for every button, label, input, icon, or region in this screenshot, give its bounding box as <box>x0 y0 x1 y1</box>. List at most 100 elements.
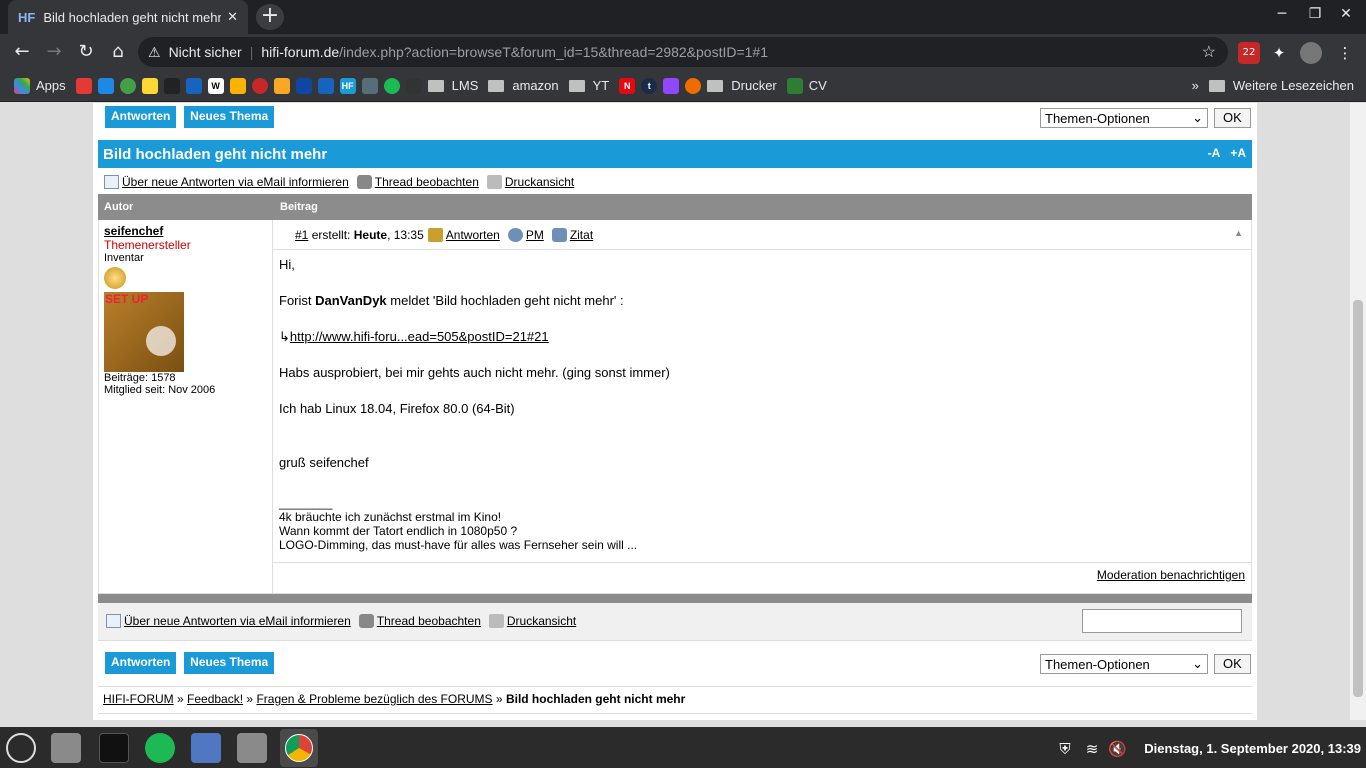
bookmark-icon-helmet[interactable] <box>685 77 702 94</box>
photos-icon[interactable] <box>75 77 92 94</box>
print-view-link[interactable]: Druckansicht <box>507 614 576 628</box>
font-increase-button[interactable]: +A <box>1230 146 1246 160</box>
netflix-icon[interactable]: N <box>619 77 636 94</box>
calendar-icon[interactable] <box>97 77 114 94</box>
window-close-icon[interactable]: ✕ <box>1336 6 1356 22</box>
security-label[interactable]: Nicht sicher <box>169 44 242 60</box>
other-bookmarks-label: Weitere Lesezeichen <box>1232 78 1354 93</box>
chrome-taskbar-button[interactable] <box>280 729 318 767</box>
paypal-icon[interactable] <box>317 77 334 94</box>
bookmark-label: Apps <box>36 78 66 93</box>
print-view-link[interactable]: Druckansicht <box>505 175 574 189</box>
tumblr-icon[interactable]: t <box>641 77 658 94</box>
breadcrumb-home[interactable]: HIFI-FORUM <box>103 692 174 706</box>
folder-icon <box>488 79 505 92</box>
email-notify-link[interactable]: Über neue Antworten via eMail informiere… <box>124 614 351 628</box>
new-thread-button[interactable]: Neues Thema <box>184 652 275 674</box>
bookmark-label: amazon <box>512 78 559 93</box>
twitch-icon[interactable] <box>663 77 680 94</box>
post-created-day: Heute <box>353 227 388 242</box>
shield-icon[interactable]: ⛨ <box>1056 740 1074 758</box>
mail-icon[interactable] <box>191 733 221 763</box>
post-reply-link[interactable]: Antworten <box>446 228 500 242</box>
thread-options-select[interactable]: Themen-Optionen ⌄ <box>1040 108 1208 128</box>
mint-menu-icon[interactable] <box>6 733 36 763</box>
terminal-icon[interactable] <box>99 733 129 763</box>
taskbar-clock[interactable]: Dienstag, 1. September 2020, 13:39 <box>1144 741 1361 756</box>
wifi-icon[interactable]: ≋ <box>1083 740 1101 758</box>
file-manager-icon[interactable] <box>51 733 81 763</box>
bookmark-icon-gray[interactable] <box>361 77 378 94</box>
email-notify-link[interactable]: Über neue Antworten via eMail informiere… <box>122 175 349 189</box>
bookmarks-overflow[interactable]: » <box>1192 78 1199 93</box>
home-icon[interactable]: ⌂ <box>106 41 130 62</box>
warning-icon[interactable]: ⚠ <box>148 44 161 61</box>
bookmark-folder-yt[interactable]: YT <box>568 78 609 93</box>
watch-thread-link[interactable]: Thread beobachten <box>377 614 481 628</box>
bookmark-icon-bank[interactable] <box>295 77 312 94</box>
post-external-link[interactable]: http://www.hifi-foru...ead=505&postID=21… <box>290 329 549 344</box>
spotify-icon[interactable] <box>383 77 400 94</box>
tab-close-icon[interactable]: ✕ <box>227 10 238 25</box>
bookmarks-bar: Apps W HF LMS amazon YT N t Drucker CV »… <box>0 70 1366 102</box>
maximize-icon[interactable]: ❐ <box>1305 6 1325 22</box>
post-number-link[interactable]: #1 <box>295 228 308 242</box>
ok-button[interactable]: OK <box>1214 654 1251 674</box>
extensions-puzzle-icon[interactable]: ✦ <box>1268 42 1290 64</box>
binoculars-icon <box>356 175 372 189</box>
ok-button[interactable]: OK <box>1214 108 1251 128</box>
bookmark-folder-drucker[interactable]: Drucker <box>707 78 777 93</box>
volume-muted-icon[interactable]: 🔇 <box>1108 740 1127 758</box>
bookmark-folder-lms[interactable]: LMS <box>427 78 478 93</box>
watch-thread-link[interactable]: Thread beobachten <box>375 175 479 189</box>
new-tab-button[interactable]: + <box>256 4 284 30</box>
bookmark-icon-orange[interactable] <box>229 77 246 94</box>
bookmark-icon-red[interactable] <box>251 77 268 94</box>
bookmark-folder-amazon[interactable]: amazon <box>488 78 559 93</box>
printer-icon <box>486 175 502 189</box>
breadcrumb-forum[interactable]: Fragen & Probleme bezüglich des FORUMS <box>256 692 492 706</box>
menu-kebab-icon[interactable]: ⋮ <box>1334 42 1356 64</box>
thread-actions-bottom: Über neue Antworten via eMail informiere… <box>98 603 1252 641</box>
breadcrumb-separator: » <box>495 692 503 706</box>
thread-options-select[interactable]: Themen-Optionen ⌄ <box>1040 654 1208 674</box>
search-input[interactable] <box>1082 609 1242 633</box>
bookmark-cv[interactable]: CV <box>786 77 827 94</box>
forward-icon[interactable]: → <box>42 41 66 62</box>
new-thread-button[interactable]: Neues Thema <box>184 106 275 128</box>
browser-tab[interactable]: HF Bild hochladen geht nicht mehr ✕ <box>8 0 248 34</box>
scrollbar-thumb[interactable] <box>1353 300 1363 697</box>
post-pm-link[interactable]: PM <box>526 228 544 242</box>
folder-taskbar-icon[interactable] <box>237 733 267 763</box>
bookmark-icon-gold[interactable] <box>273 77 290 94</box>
breadcrumb-separator: » <box>246 692 254 706</box>
reload-icon[interactable]: ↻ <box>74 41 98 62</box>
extension-badge-icon[interactable]: 22 <box>1238 42 1260 64</box>
reply-button[interactable]: Antworten <box>105 652 177 674</box>
bookmark-icon-pirate[interactable] <box>405 77 422 94</box>
post-quote-link[interactable]: Zitat <box>570 228 593 242</box>
bookmark-star-icon[interactable]: ☆ <box>1202 42 1216 62</box>
breadcrumb-feedback[interactable]: Feedback! <box>187 692 243 706</box>
profile-avatar[interactable] <box>1300 42 1322 64</box>
folder-icon <box>707 79 724 92</box>
minimize-icon[interactable]: ─ <box>1272 6 1292 22</box>
whatsapp-icon[interactable] <box>119 77 136 94</box>
moderation-link[interactable]: Moderation benachrichtigen <box>1097 568 1245 582</box>
bookmark-icon-yellow[interactable] <box>141 77 158 94</box>
wd-icon[interactable] <box>185 77 202 94</box>
author-name[interactable]: seifenchef <box>104 224 267 238</box>
back-icon[interactable]: ← <box>10 41 34 62</box>
hifi-forum-icon[interactable]: HF <box>339 77 356 94</box>
other-bookmarks[interactable]: Weitere Lesezeichen <box>1208 78 1354 93</box>
pencil-icon <box>427 227 443 242</box>
bookmark-apps[interactable]: Apps <box>14 77 66 94</box>
address-bar[interactable]: ⚠ Nicht sicher | hifi-forum.de /index.ph… <box>138 37 1228 67</box>
report-suffix: meldet 'Bild hochladen geht nicht mehr' … <box>386 293 624 308</box>
spotify-taskbar-icon[interactable] <box>145 733 175 763</box>
font-decrease-button[interactable]: -A <box>1208 146 1221 160</box>
reply-button[interactable]: Antworten <box>105 106 177 128</box>
wikipedia-icon[interactable]: W <box>207 77 224 94</box>
bookmark-icon-dark[interactable] <box>163 77 180 94</box>
scroll-top-icon[interactable]: ▲ <box>1234 228 1243 238</box>
